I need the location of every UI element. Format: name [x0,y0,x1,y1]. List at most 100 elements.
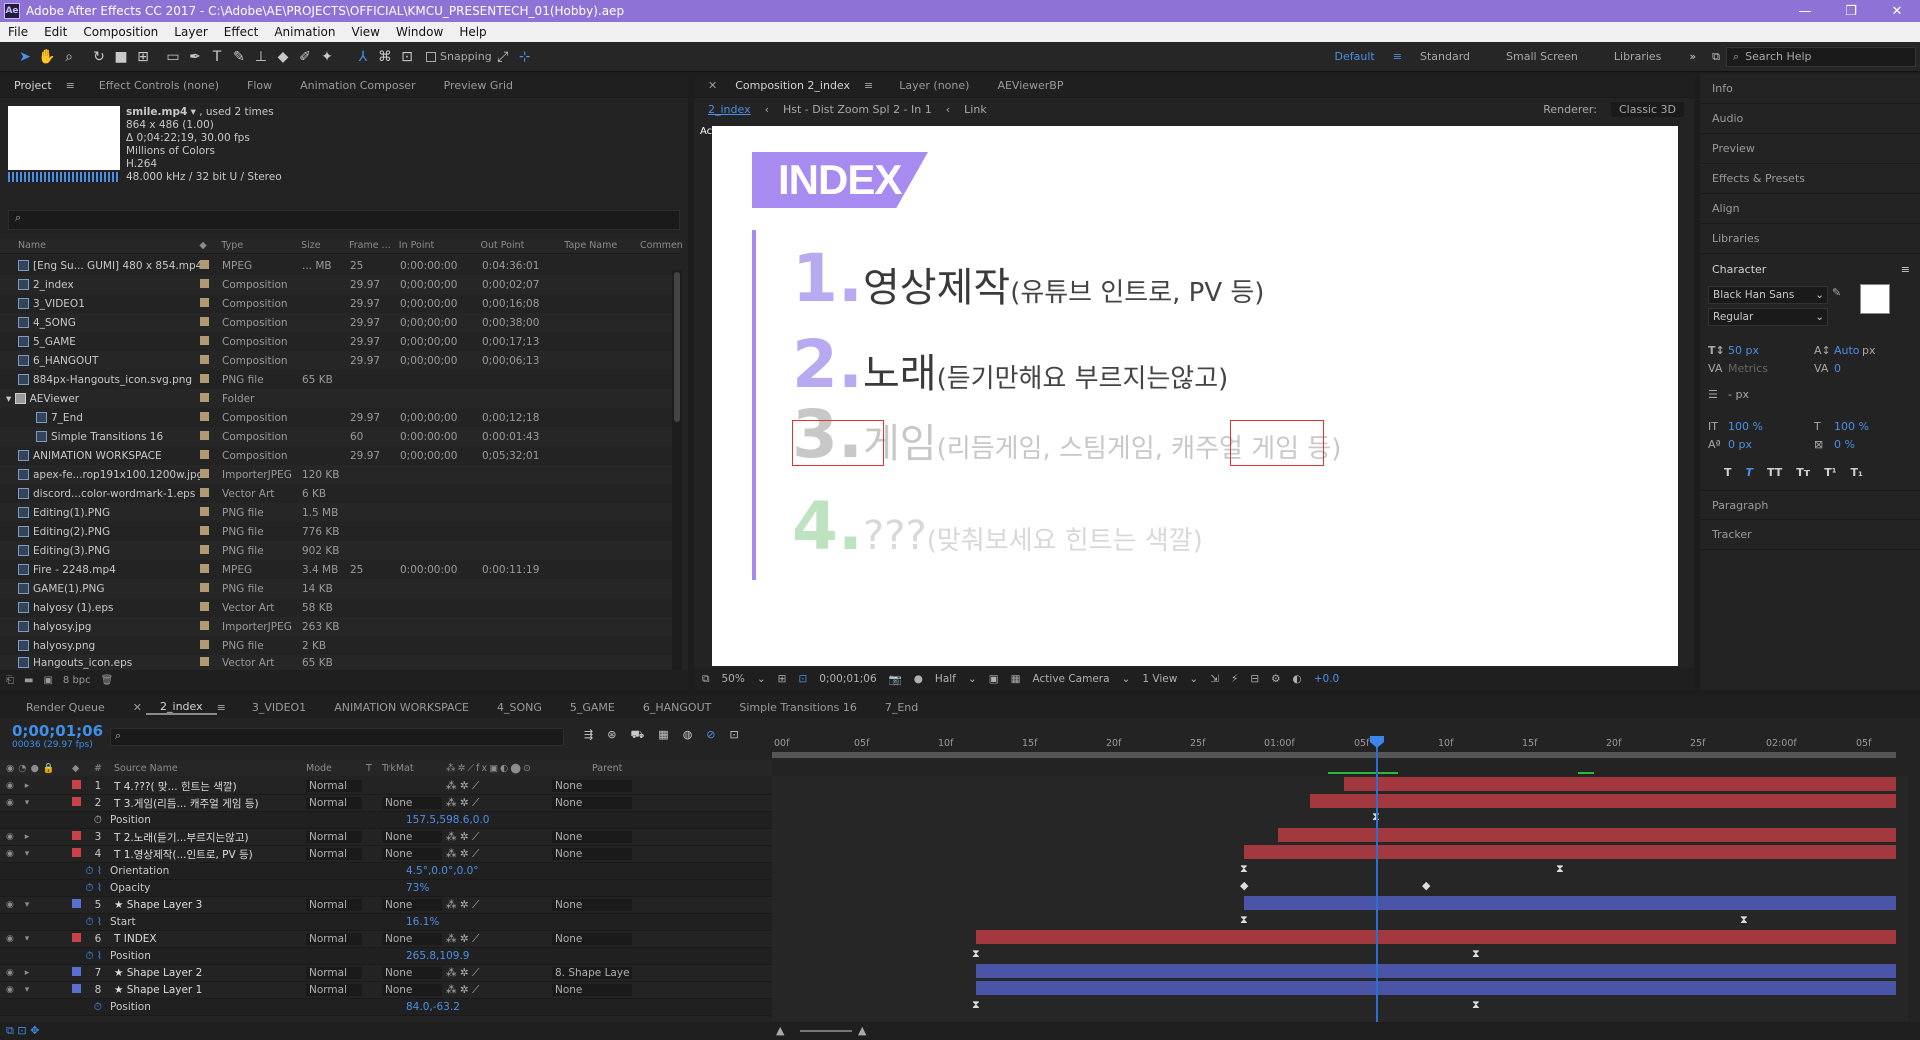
list-item[interactable]: Editing(2).PNG PNG file 776 KB [0,522,672,541]
panel-info[interactable]: Info [1700,74,1920,104]
parent-select[interactable]: None [552,933,632,945]
property-row[interactable]: ⏱ Position 84.0,-63.2 [0,999,772,1016]
tab-7-end[interactable]: 7_End [871,701,932,714]
list-item[interactable]: halyosy (1).eps Vector Art 58 KB [0,598,672,617]
motion-blur-icon[interactable]: ◍ [683,728,693,743]
composition-canvas[interactable]: INDEX 1. 영상제작 (유튜브 인트로, PV 등) 2. 노래 (듣기만… [712,126,1678,666]
tab-6-hangout[interactable]: 6_HANGOUT [629,701,725,714]
keyframe-icon[interactable]: ⧗ [1472,998,1480,1012]
tsume-value[interactable]: 0 % [1834,438,1855,451]
layer-bar[interactable] [1310,794,1896,808]
show-channel-icon[interactable]: ● [914,673,923,685]
graph-icon[interactable]: ⊡ [730,728,739,743]
list-item[interactable]: 2_index Composition 29.97 0;00;00;00 0;00;02… [0,275,672,294]
brush-tool-icon[interactable]: ✎ [228,46,250,68]
menu-help[interactable]: Help [451,25,494,39]
blend-mode-select[interactable]: Normal [306,780,362,792]
bit-depth[interactable]: 8 bpc [63,675,91,686]
list-item[interactable]: 3_VIDEO1 Composition 29.97 0;00;00;00 0;00;1… [0,294,672,313]
col-out-point[interactable]: Out Point [481,240,565,251]
track-matte-select[interactable]: None [382,848,442,860]
tab-2-index[interactable]: 2_index [146,700,217,715]
project-search-input[interactable]: ⌕ [8,210,680,230]
track-matte-select[interactable]: None [382,984,442,996]
tab-simple-transitions[interactable]: Simple Transitions 16 [725,701,870,714]
camera-select[interactable]: Active Camera [1033,673,1110,685]
shy-layers-icon[interactable]: ⛟ [630,728,644,743]
tab-5-game[interactable]: 5_GAME [556,701,629,714]
renderer-select[interactable]: Classic 3D [1610,101,1684,117]
blend-mode-select[interactable]: Normal [306,933,362,945]
snap-icon[interactable]: ⤢ [492,46,514,68]
tab-preview-grid[interactable]: Preview Grid [430,79,527,92]
view-layout-select[interactable]: 1 View [1142,673,1177,685]
table-row[interactable]: ◉ ▾ 4 T 1.영상제작(...인트로, PV 등) Normal None ⁂ ✲ … [0,846,772,863]
comp-mini-flowchart-icon[interactable]: ⇶ [584,728,593,743]
grid-icon[interactable]: ⊞ [778,673,787,685]
property-row[interactable]: ⏱ ⌇ Position 265.8,109.9 [0,948,772,965]
col-size[interactable]: Size [301,240,349,251]
tab-effect-controls[interactable]: Effect Controls (none) [85,79,233,92]
zoom-slider[interactable] [800,1030,852,1032]
timeline-icon[interactable]: ⊟ [1250,673,1259,685]
visibility-icon[interactable]: ◉ ▾ [0,985,72,995]
table-row[interactable]: ◉ ▸ 3 T 2.노래(듣기...부르지는않고) Normal None ⁂ ✲ ⟋ No… [0,829,772,846]
faux-italic-icon[interactable]: T [1746,466,1754,479]
menu-layer[interactable]: Layer [166,25,215,39]
region-of-interest-icon[interactable]: ▣ [989,673,999,685]
minimize-icon[interactable]: — [1782,4,1828,19]
panel-menu-icon[interactable]: ≡ [1901,263,1910,276]
superscript-icon[interactable]: T¹ [1824,466,1836,479]
track-matte-select[interactable]: None [382,967,442,979]
property-value[interactable]: 4.5°,0.0°,0.0° [406,865,479,877]
font-family-select[interactable]: Black Han Sans ⌄ [1708,286,1828,304]
fill-color-swatch[interactable] [1860,284,1890,314]
col-name[interactable]: Name [0,240,199,251]
tab-aeviewer[interactable]: AEViewerBP [983,79,1077,92]
visibility-icon[interactable]: ◉ ▸ [0,832,72,842]
rectangle-tool-icon[interactable]: ▭ [162,46,184,68]
parent-select[interactable]: None [552,984,632,996]
tab-render-queue[interactable]: Render Queue [0,701,119,714]
mask-outline[interactable] [1230,420,1324,466]
keyframe-icon[interactable]: ◆ [1422,879,1430,892]
tab-layer[interactable]: Layer (none) [885,79,983,92]
workspace-menu-icon[interactable]: ≡ [1393,50,1402,63]
menu-composition[interactable]: Composition [75,25,166,39]
visibility-icon[interactable]: ◉ ▸ [0,968,72,978]
mask-outline[interactable] [792,420,884,466]
layer-bar[interactable] [1244,845,1896,859]
list-item[interactable]: apex-fe...rop191x100.1200w.jpg ImporterJP… [0,465,672,484]
tracking-value[interactable]: 0 [1834,362,1841,375]
col-in-point[interactable]: In Point [399,240,481,251]
graph-editor-icon[interactable]: ⊘ [706,728,715,743]
parent-select[interactable]: None [552,848,632,860]
list-item[interactable]: GAME(1).PNG PNG file 14 KB [0,579,672,598]
keyframe-icon[interactable]: ⧗ [972,947,980,961]
track-matte-select[interactable]: None [382,933,442,945]
local-axis-icon[interactable]: ⅄ [352,46,374,68]
keyframe-icon[interactable]: ⧗ [1240,862,1248,876]
property-row[interactable]: ⏱ ⌇ Opacity 73% [0,880,772,897]
list-item[interactable]: Simple Transitions 16 Composition 60 0:00:0… [0,427,672,446]
zoom-tool-icon[interactable]: ⌕ [58,46,80,68]
property-value[interactable]: 157.5,598.6,0.0 [406,814,490,826]
frame-blending-icon[interactable]: ▦ [658,728,668,743]
keyframe-icon[interactable]: ◆ [1240,879,1248,892]
panel-menu-icon[interactable]: ≡ [864,79,873,92]
track-matte-select[interactable]: None [382,831,442,843]
property-value[interactable]: 16.1% [406,916,439,928]
mask-visibility-icon[interactable]: ⊡ [798,673,807,685]
panel-align[interactable]: Align [1700,194,1920,224]
all-caps-icon[interactable]: TT [1767,466,1782,479]
track-matte-select[interactable]: None [382,797,442,809]
menu-view[interactable]: View [344,25,388,39]
list-item[interactable]: ▾ AEViewer Folder [0,389,672,408]
subscript-icon[interactable]: T₁ [1851,466,1863,479]
list-item[interactable]: [Eng Su... GUMI] 480 x 854.mp4 MPEG... MB… [0,256,672,275]
tab-4-song[interactable]: 4_SONG [483,701,556,714]
baseline-shift-value[interactable]: 0 px [1728,438,1752,451]
col-type[interactable]: Type [221,240,301,251]
blend-mode-select[interactable]: Normal [306,797,362,809]
blend-mode-select[interactable]: Normal [306,967,362,979]
